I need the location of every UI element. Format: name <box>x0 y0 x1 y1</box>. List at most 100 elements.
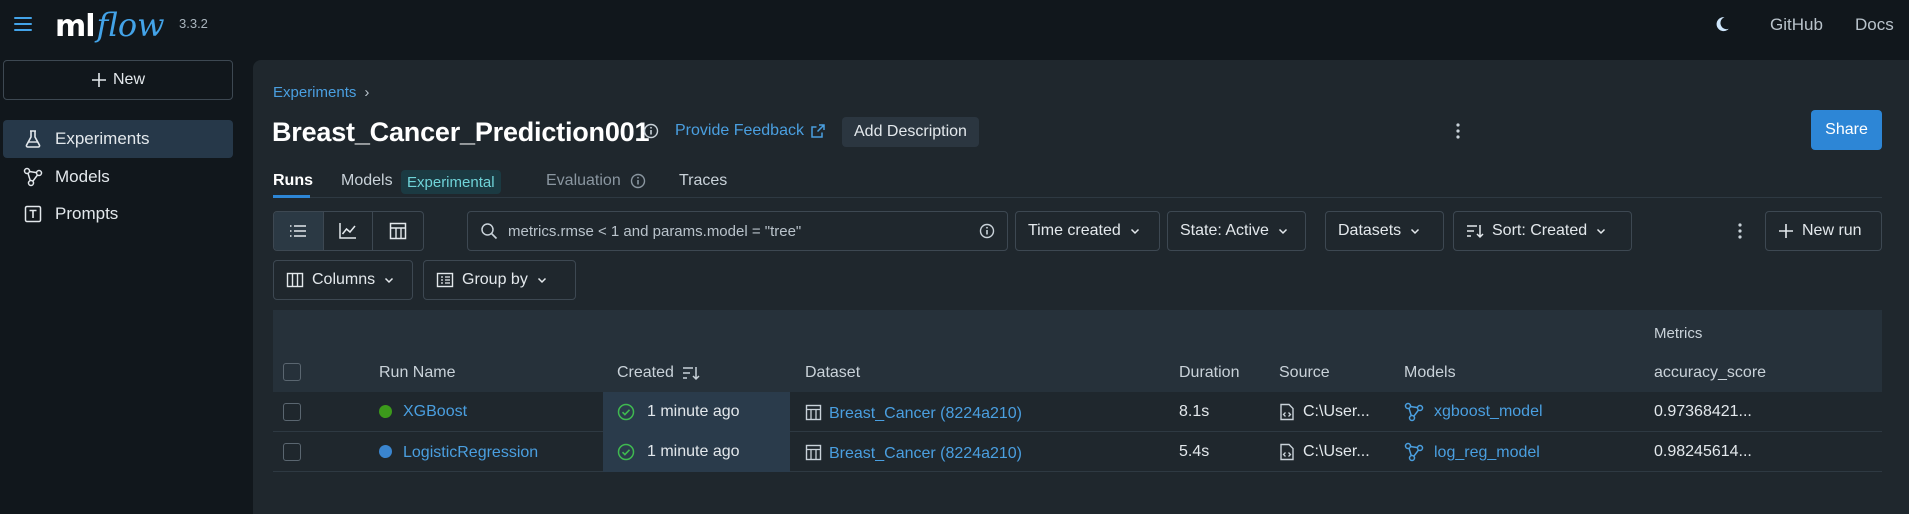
source-value[interactable]: C:\User... <box>1303 403 1370 421</box>
created-time: 1 minute ago <box>647 443 740 460</box>
run-status-dot <box>379 405 392 418</box>
moon-icon[interactable] <box>1712 14 1732 34</box>
list-icon <box>290 225 307 237</box>
version-label: 3.3.2 <box>179 16 208 31</box>
flask-icon <box>23 129 43 149</box>
sort-descending-icon <box>682 367 700 381</box>
column-header-run-name[interactable]: Run Name <box>379 364 455 382</box>
metrics-group-header: Metrics <box>1654 325 1703 342</box>
menu-icon[interactable] <box>12 13 34 35</box>
dataset-link[interactable]: Breast_Cancer (8224a210) <box>829 405 1022 423</box>
check-circle-icon <box>617 443 635 461</box>
accuracy-value: 0.98245614... <box>1654 443 1752 460</box>
list-view-button[interactable] <box>274 212 324 250</box>
column-header-duration[interactable]: Duration <box>1179 364 1239 382</box>
accuracy-value: 0.97368421... <box>1654 403 1752 420</box>
group-by-dropdown[interactable]: Group by <box>423 260 576 300</box>
table-view-button[interactable] <box>373 212 423 250</box>
external-link-icon <box>811 124 825 138</box>
provide-feedback-link[interactable]: Provide Feedback <box>675 122 826 140</box>
sidebar-item-models[interactable]: Models <box>3 158 233 196</box>
created-time: 1 minute ago <box>647 403 740 420</box>
time-created-dropdown[interactable]: Time created <box>1015 211 1160 251</box>
sort-icon <box>1467 225 1484 239</box>
prompts-icon <box>23 204 43 224</box>
tab-evaluation[interactable]: Evaluation <box>546 172 621 190</box>
column-header-source[interactable]: Source <box>1279 364 1330 382</box>
toolbar-more-icon[interactable] <box>1733 222 1747 240</box>
model-icon <box>1404 402 1424 422</box>
search-input[interactable]: metrics.rmse < 1 and params.model = "tre… <box>467 211 1008 251</box>
tab-traces[interactable]: Traces <box>679 172 727 190</box>
evaluation-info-icon[interactable] <box>630 173 646 189</box>
new-button[interactable]: New <box>3 60 233 100</box>
experiment-more-icon[interactable] <box>1451 122 1465 140</box>
columns-dropdown[interactable]: Columns <box>273 260 413 300</box>
table-icon <box>389 222 407 240</box>
plus-icon <box>91 73 106 87</box>
tabs-divider <box>273 197 1882 198</box>
info-icon[interactable] <box>643 123 659 139</box>
add-description-button[interactable]: Add Description <box>842 117 979 147</box>
sidebar-item-experiments[interactable]: Experiments <box>3 120 233 158</box>
tab-runs[interactable]: Runs <box>273 172 313 190</box>
column-header-models[interactable]: Models <box>1404 364 1456 382</box>
chevron-down-icon <box>1278 228 1287 235</box>
datasets-dropdown[interactable]: Datasets <box>1325 211 1444 251</box>
sort-dropdown[interactable]: Sort: Created <box>1453 211 1632 251</box>
state-dropdown[interactable]: State: Active <box>1167 211 1306 251</box>
search-placeholder: metrics.rmse < 1 and params.model = "tre… <box>508 222 802 240</box>
dataset-table-icon <box>805 444 822 461</box>
column-header-accuracy-score[interactable]: accuracy_score <box>1654 364 1766 382</box>
dataset-link[interactable]: Breast_Cancer (8224a210) <box>829 445 1022 463</box>
source-value[interactable]: C:\User... <box>1303 443 1370 461</box>
tab-runs-indicator <box>273 195 310 198</box>
sidebar-item-prompts[interactable]: Prompts <box>3 195 233 233</box>
column-header-created[interactable]: Created <box>617 364 700 382</box>
columns-icon <box>286 272 304 288</box>
breadcrumb-experiments-link[interactable]: Experiments <box>273 84 356 101</box>
duration-value: 8.1s <box>1179 403 1210 420</box>
table-header <box>273 310 1882 392</box>
main-panel: Experiments › Breast_Cancer_Prediction00… <box>253 60 1909 514</box>
group-icon <box>436 272 454 288</box>
models-icon <box>23 167 43 187</box>
chevron-down-icon <box>385 277 394 284</box>
duration-value: 5.4s <box>1179 443 1210 460</box>
check-circle-icon <box>617 403 635 421</box>
github-link[interactable]: GitHub <box>1770 15 1823 35</box>
share-button[interactable]: Share <box>1811 110 1882 150</box>
run-name-link[interactable]: XGBoost <box>403 403 467 421</box>
run-name-link[interactable]: LogisticRegression <box>403 444 538 462</box>
mlflow-logo[interactable]: ml flow <box>55 2 165 48</box>
page-title: Breast_Cancer_Prediction001 <box>272 117 650 147</box>
table-row[interactable] <box>273 392 1882 432</box>
top-bar: ml flow 3.3.2 GitHub Docs <box>0 0 1909 50</box>
line-chart-icon <box>339 223 356 239</box>
run-status-dot <box>379 445 392 458</box>
chevron-down-icon <box>1597 228 1606 235</box>
docs-link[interactable]: Docs <box>1855 15 1894 35</box>
column-header-dataset[interactable]: Dataset <box>805 364 860 382</box>
search-icon <box>481 223 498 240</box>
breadcrumb: Experiments › <box>273 84 369 101</box>
select-all-checkbox[interactable] <box>283 363 301 381</box>
source-file-icon <box>1279 443 1295 461</box>
experimental-badge: Experimental <box>401 170 501 194</box>
chart-view-button[interactable] <box>324 212 374 250</box>
row-checkbox[interactable] <box>283 403 301 421</box>
dataset-table-icon <box>805 404 822 421</box>
model-icon <box>1404 442 1424 462</box>
row-checkbox[interactable] <box>283 443 301 461</box>
plus-icon <box>1779 224 1793 238</box>
breadcrumb-separator: › <box>364 84 370 101</box>
search-info-icon[interactable] <box>979 223 995 239</box>
view-mode-toggle <box>273 211 424 251</box>
new-run-button[interactable]: New run <box>1765 211 1882 251</box>
source-file-icon <box>1279 403 1295 421</box>
tab-models[interactable]: Models <box>341 172 393 190</box>
chevron-down-icon <box>537 277 546 284</box>
model-link[interactable]: xgboost_model <box>1434 403 1543 421</box>
model-link[interactable]: log_reg_model <box>1434 444 1540 462</box>
chevron-down-icon <box>1130 228 1139 235</box>
